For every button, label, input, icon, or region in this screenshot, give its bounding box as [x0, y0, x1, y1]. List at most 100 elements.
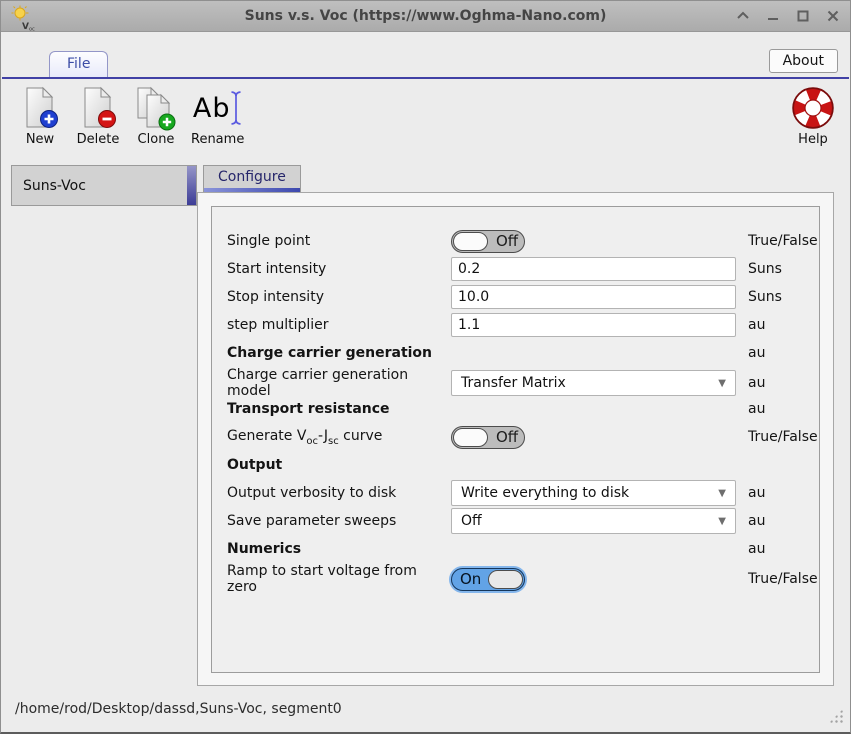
configure-pane: Single pointOffTrue/FalseStart intensity…	[197, 192, 834, 686]
row-label: Output verbosity to disk	[227, 485, 451, 501]
row-control	[451, 285, 736, 309]
form-row: Start intensitySuns	[227, 255, 819, 283]
form-row: Stop intensity Suns	[227, 283, 819, 311]
section-header: Numerics	[227, 541, 451, 557]
row-label: Single point	[227, 233, 451, 249]
new-button[interactable]: New	[17, 85, 63, 147]
window-controls	[736, 9, 840, 23]
row-label: Generate Voc-Jsc curve	[227, 428, 451, 447]
chevron-down-icon: ▼	[718, 516, 726, 527]
tool-label: New	[26, 132, 54, 147]
dropdown-select[interactable]: Off▼	[451, 508, 736, 534]
form-row: Output verbosity to diskWrite everything…	[227, 479, 819, 507]
unit-label: au	[736, 401, 819, 417]
about-button[interactable]: About	[769, 49, 838, 73]
row-control: Off	[451, 426, 736, 449]
toolbar: New Delete	[1, 79, 850, 159]
unit-label: True/False	[736, 429, 819, 445]
toggle-knob	[488, 570, 523, 589]
minimize-button[interactable]	[766, 9, 780, 23]
form-row: Charge carrier generation au	[227, 339, 819, 367]
text-input[interactable]	[451, 313, 736, 337]
suns-voc-app-icon: V oc	[11, 5, 35, 31]
form-row: Charge carrier generation modelTransfer …	[227, 367, 819, 395]
tab-file[interactable]: File	[49, 51, 108, 77]
chevron-down-icon: ▼	[718, 378, 726, 389]
status-path: /home/rod/Desktop/dassd,Suns-Voc, segmen…	[15, 701, 342, 717]
toggle-switch[interactable]: Off	[451, 426, 525, 449]
row-label: step multiplier	[227, 317, 451, 333]
svg-text:V: V	[22, 22, 29, 31]
unit-label: au	[736, 345, 819, 361]
tool-label: Delete	[77, 132, 120, 147]
unit-label: True/False	[736, 571, 819, 587]
content-area: Suns-Voc Configure Single pointOffTrue/F…	[1, 159, 850, 686]
shade-button[interactable]	[736, 9, 750, 23]
sidebar-item-suns-voc[interactable]: Suns-Voc	[11, 165, 197, 206]
row-control: Transfer Matrix ▼	[451, 370, 736, 396]
text-input[interactable]	[451, 285, 736, 309]
settings-form: Single pointOffTrue/FalseStart intensity…	[211, 206, 820, 673]
unit-label: au	[736, 317, 819, 333]
unit-label: au	[736, 485, 819, 501]
unit-label: au	[736, 375, 819, 391]
tool-label: Help	[798, 132, 828, 147]
row-label: Start intensity	[227, 261, 451, 277]
form-row: step multiplier au	[227, 311, 819, 339]
form-row: Single pointOff True/False	[227, 227, 819, 255]
maximize-button[interactable]	[796, 9, 810, 23]
close-button[interactable]	[826, 9, 840, 23]
form-row: Numerics au	[227, 535, 819, 563]
help-button[interactable]: Help	[790, 85, 836, 147]
row-control	[451, 313, 736, 337]
tool-label: Rename	[191, 132, 244, 147]
dropdown-select[interactable]: Transfer Matrix ▼	[451, 370, 736, 396]
delete-button[interactable]: Delete	[75, 85, 121, 147]
menubar: File About	[1, 32, 850, 77]
resize-grip[interactable]	[828, 708, 844, 724]
titlebar[interactable]: V oc Suns v.s. Voc (https://www.Oghma-Na…	[1, 1, 850, 32]
row-label: Charge carrier generation model	[227, 367, 451, 399]
toggle-state-label: On	[460, 570, 481, 588]
text-cursor-icon	[230, 89, 242, 127]
row-label: Stop intensity	[227, 289, 451, 305]
dropdown-value: Write everything to disk	[461, 485, 629, 501]
form-row: Generate Voc-Jsc curve Off True/False	[227, 423, 819, 451]
window-title: Suns v.s. Voc (https://www.Oghma-Nano.co…	[1, 8, 850, 24]
text-input[interactable]	[451, 257, 736, 281]
toggle-state-label: Off	[496, 428, 518, 446]
toggle-switch[interactable]: Off	[451, 230, 525, 253]
sidebar: Suns-Voc	[11, 165, 197, 686]
form-row: Ramp to start voltage from zeroOnTrue/Fa…	[227, 563, 819, 591]
statusbar: /home/rod/Desktop/dassd,Suns-Voc, segmen…	[1, 686, 850, 732]
form-row: Output	[227, 451, 819, 479]
lifebuoy-icon	[790, 85, 836, 131]
section-header: Output	[227, 457, 451, 473]
unit-label: True/False	[736, 233, 819, 249]
row-label: Save parameter sweeps	[227, 513, 451, 529]
row-control	[451, 257, 736, 281]
dropdown-select[interactable]: Write everything to disk ▼	[451, 480, 736, 506]
unit-label: au	[736, 513, 819, 529]
new-document-icon	[19, 85, 61, 131]
row-control: On	[451, 568, 736, 591]
section-header: Charge carrier generation	[227, 345, 451, 361]
svg-text:oc: oc	[29, 27, 35, 32]
tab-row: Configure	[197, 165, 834, 192]
tab-configure[interactable]: Configure	[203, 165, 301, 192]
toggle-knob	[453, 232, 488, 251]
chevron-down-icon: ▼	[718, 488, 726, 499]
row-control: Off	[451, 230, 736, 253]
rename-icon: Ab	[193, 85, 243, 131]
unit-label: Suns	[736, 289, 819, 305]
toggle-knob	[453, 428, 488, 447]
toggle-switch[interactable]: On	[451, 568, 525, 591]
unit-label: au	[736, 541, 819, 557]
rename-button[interactable]: Ab Rename	[191, 85, 244, 147]
rename-icon-text: Ab	[193, 93, 231, 124]
main-panel: Configure Single pointOffTrue/FalseStart…	[197, 165, 834, 686]
dropdown-value: Transfer Matrix	[461, 375, 566, 391]
row-control: Off▼	[451, 508, 736, 534]
form-row: Save parameter sweepsOff▼au	[227, 507, 819, 535]
clone-button[interactable]: Clone	[133, 85, 179, 147]
